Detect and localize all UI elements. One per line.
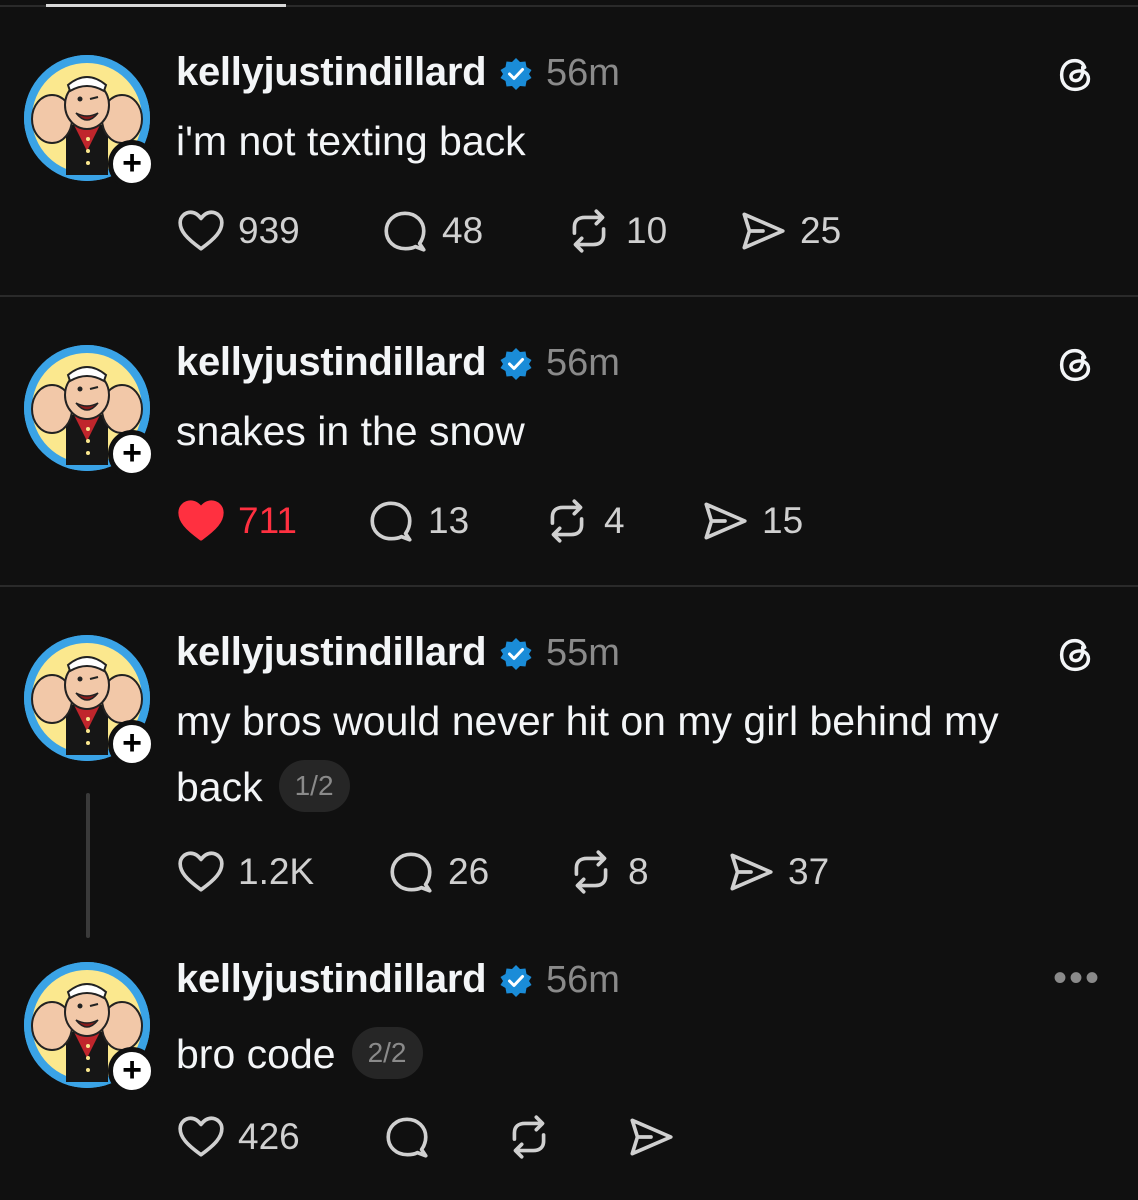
share-count: 15 — [762, 500, 804, 541]
reply-icon — [366, 496, 416, 546]
post-time: 56m — [546, 342, 620, 384]
post-text-row: bro code 2/2 — [176, 1027, 423, 1083]
reply-icon — [380, 206, 430, 256]
username[interactable]: kellyjustindillard — [176, 957, 487, 1002]
post-divider — [0, 585, 1138, 587]
post-text-continuation: back — [176, 764, 263, 810]
repost-button[interactable]: 8 — [566, 847, 649, 897]
thread-page-indicator: 1/2 — [278, 760, 350, 813]
username[interactable]: kellyjustindillard — [176, 340, 487, 385]
share-icon — [626, 1112, 676, 1162]
username[interactable]: kellyjustindillard — [176, 50, 487, 95]
threads-logo-icon[interactable] — [1053, 632, 1099, 678]
share-button[interactable]: 25 — [738, 206, 841, 256]
verified-badge-icon — [498, 636, 534, 672]
threads-logo-icon[interactable] — [1053, 52, 1099, 98]
share-button[interactable]: 37 — [726, 847, 829, 897]
reply-button[interactable]: 13 — [366, 496, 469, 546]
repost-icon — [566, 847, 616, 897]
thread-connector-line — [86, 793, 90, 938]
share-count: 37 — [788, 851, 830, 892]
heart-filled-icon — [176, 496, 226, 546]
repost-icon — [542, 496, 592, 546]
reply-count: 13 — [428, 500, 470, 541]
repost-button[interactable]: 10 — [564, 206, 667, 256]
like-count: 426 — [238, 1116, 300, 1157]
post-text: i'm not texting back — [176, 118, 526, 164]
like-button[interactable]: 939 — [176, 206, 300, 256]
share-count: 25 — [800, 210, 842, 251]
reply-count: 48 — [442, 210, 484, 251]
repost-icon — [564, 206, 614, 256]
post-text: snakes in the snow — [176, 408, 525, 454]
verified-badge-icon — [498, 963, 534, 999]
follow-plus-icon[interactable]: + — [108, 720, 156, 768]
username[interactable]: kellyjustindillard — [176, 630, 487, 675]
repost-button[interactable] — [504, 1112, 554, 1162]
verified-badge-icon — [498, 346, 534, 382]
thread-page-indicator: 2/2 — [351, 1027, 423, 1080]
heart-icon — [176, 1112, 226, 1162]
reply-count: 26 — [448, 851, 490, 892]
post-divider — [0, 295, 1138, 297]
like-button[interactable]: 426 — [176, 1112, 300, 1162]
post-time: 56m — [546, 52, 620, 94]
post-text-line-1: my bros would never hit on my girl behin… — [176, 698, 999, 744]
like-button[interactable]: 711 — [176, 496, 297, 546]
more-options-icon[interactable]: ••• — [1053, 956, 1101, 1001]
like-button[interactable]: 1.2K — [176, 847, 314, 897]
reply-button[interactable]: 26 — [386, 847, 489, 897]
active-tab-indicator — [46, 4, 286, 7]
share-icon — [726, 847, 776, 897]
share-icon — [700, 496, 750, 546]
share-icon — [738, 206, 788, 256]
repost-icon — [504, 1112, 554, 1162]
heart-icon — [176, 206, 226, 256]
like-count: 1.2K — [238, 851, 315, 892]
share-button[interactable] — [626, 1112, 676, 1162]
post-time: 55m — [546, 632, 620, 674]
share-button[interactable]: 15 — [700, 496, 803, 546]
heart-icon — [176, 847, 226, 897]
reply-icon — [386, 847, 436, 897]
threads-logo-icon[interactable] — [1053, 342, 1099, 388]
repost-count: 10 — [626, 210, 668, 251]
follow-plus-icon[interactable]: + — [108, 140, 156, 188]
follow-plus-icon[interactable]: + — [108, 430, 156, 478]
verified-badge-icon — [498, 56, 534, 92]
post-time: 56m — [546, 959, 620, 1001]
post-text: bro code — [176, 1031, 336, 1077]
reply-icon — [382, 1112, 432, 1162]
repost-button[interactable]: 4 — [542, 496, 625, 546]
follow-plus-icon[interactable]: + — [108, 1047, 156, 1095]
reply-button[interactable]: 48 — [380, 206, 483, 256]
repost-count: 4 — [604, 500, 625, 541]
post-text-line-2: back 1/2 — [176, 760, 350, 816]
repost-count: 8 — [628, 851, 649, 892]
like-count: 711 — [238, 500, 297, 541]
reply-button[interactable] — [382, 1112, 432, 1162]
like-count: 939 — [238, 210, 300, 251]
